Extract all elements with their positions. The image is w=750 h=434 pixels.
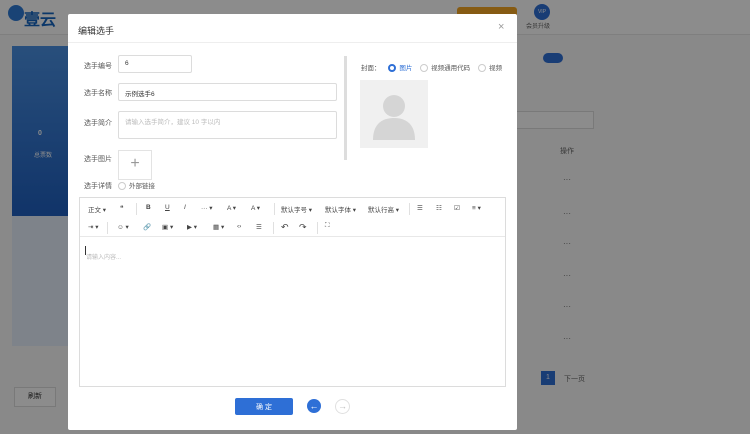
editor-placeholder[interactable]: 请输入内容... <box>86 252 121 261</box>
radio-icon[interactable] <box>420 64 429 73</box>
player-number-input[interactable]: 6 <box>118 55 192 73</box>
radio-selected-icon[interactable] <box>388 64 397 73</box>
emoji-icon[interactable]: ☺ ▾ <box>117 223 129 231</box>
cover-option-image[interactable]: 图片 <box>399 65 412 72</box>
bg-color-icon[interactable]: A ▾ <box>251 204 260 212</box>
table-icon[interactable]: ▦ ▾ <box>213 223 224 231</box>
bold-icon[interactable]: B <box>146 204 151 211</box>
checkbox-icon <box>118 182 126 191</box>
radio-icon[interactable] <box>477 64 486 73</box>
modal-title: 编辑选手 <box>78 26 115 36</box>
cover-image-placeholder[interactable] <box>360 80 428 148</box>
cover-label: 封面： <box>361 65 381 72</box>
paragraph-dropdown[interactable]: 正文 ▾ <box>88 204 106 214</box>
indent-icon[interactable]: ⇥ ▾ <box>88 223 99 231</box>
divider <box>68 42 517 43</box>
rich-text-editor: 正文 ▾ ❝ B U I ··· ▾ A ▾ A ▾ 默认字号 ▾ 默认字体 ▾… <box>79 197 506 387</box>
video-icon[interactable]: ▶ ▾ <box>187 223 197 231</box>
external-link-checkbox[interactable]: 外部链接 <box>118 180 155 191</box>
font-color-icon[interactable]: A ▾ <box>227 204 236 212</box>
undo-icon[interactable]: ↶ <box>281 222 289 233</box>
line-height-dropdown[interactable]: 默认行高 ▾ <box>368 204 399 214</box>
font-size-dropdown[interactable]: 默认字号 ▾ <box>281 204 312 214</box>
fullscreen-icon[interactable]: ⛶ <box>325 222 330 230</box>
player-name-label: 选手名称 <box>84 90 112 97</box>
form-scrollbar[interactable] <box>344 56 347 160</box>
player-intro-input[interactable]: 请输入选手简介，建议 10 字以内 <box>118 111 337 139</box>
redo-icon[interactable]: ↷ <box>299 222 307 233</box>
image-icon[interactable]: ▣ ▾ <box>162 223 173 231</box>
underline-icon[interactable]: U <box>165 204 170 211</box>
ordered-list-icon[interactable]: ☷ <box>436 204 442 212</box>
player-intro-label: 选手简介 <box>84 120 112 127</box>
close-icon[interactable]: × <box>498 21 504 33</box>
quote-icon[interactable]: ❝ <box>120 204 124 212</box>
todo-icon[interactable]: ☑ <box>454 204 460 212</box>
person-icon <box>373 95 415 140</box>
more-format-icon[interactable]: ··· ▾ <box>201 204 213 212</box>
external-link-label: 外部链接 <box>129 183 155 190</box>
player-image-label: 选手图片 <box>84 156 112 163</box>
player-number-label: 选手编号 <box>84 63 112 70</box>
cover-type-group: 封面： 图片 视频通用代码 视频 <box>361 62 502 73</box>
align-icon[interactable]: ≡ ▾ <box>472 204 481 212</box>
font-family-dropdown[interactable]: 默认字体 ▾ <box>325 204 356 214</box>
divider-icon[interactable]: ☰ <box>256 223 262 231</box>
bullet-list-icon[interactable]: ☰ <box>417 204 423 212</box>
cover-option-video[interactable]: 视频 <box>489 65 502 72</box>
link-icon[interactable]: 🔗 <box>143 223 151 231</box>
prev-arrow-icon[interactable]: ← <box>307 399 321 413</box>
image-upload-plus-icon[interactable]: + <box>118 150 152 180</box>
player-name-input[interactable]: 示例选手6 <box>118 83 337 101</box>
next-arrow-icon[interactable]: → <box>335 399 350 414</box>
code-icon[interactable]: ‹› <box>237 223 241 230</box>
italic-icon[interactable]: I <box>184 204 186 211</box>
confirm-button[interactable]: 确 定 <box>235 398 293 415</box>
player-detail-label: 选手详情 <box>84 183 112 190</box>
edit-player-modal: 编辑选手 × 选手编号 6 选手名称 示例选手6 选手简介 请输入选手简介，建议… <box>68 14 517 430</box>
editor-toolbar: 正文 ▾ ❝ B U I ··· ▾ A ▾ A ▾ 默认字号 ▾ 默认字体 ▾… <box>80 198 505 237</box>
cover-option-video-code[interactable]: 视频通用代码 <box>431 65 470 72</box>
intro-placeholder: 请输入选手简介，建议 10 字以内 <box>125 119 221 126</box>
